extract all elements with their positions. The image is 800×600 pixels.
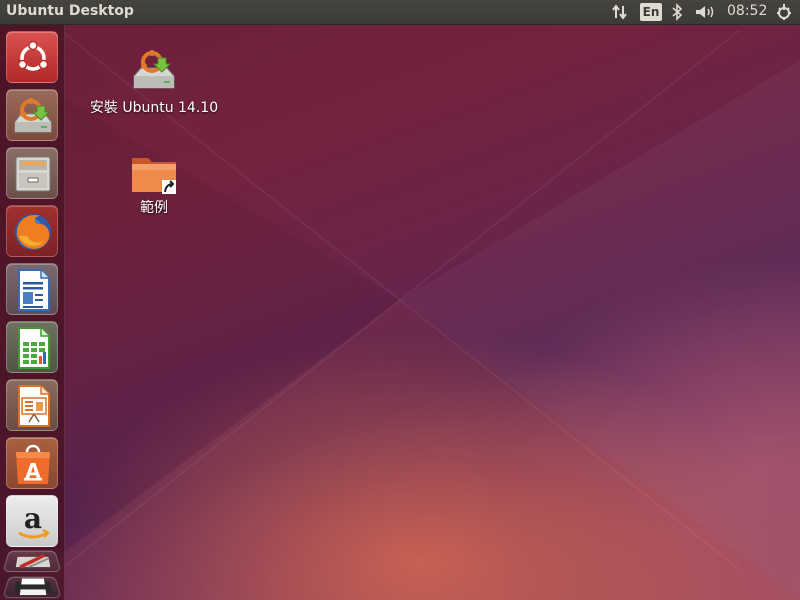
launcher-item-installer[interactable]: [6, 89, 58, 141]
network-transfer-icon[interactable]: [608, 0, 632, 24]
desktop-icon-label: 範例: [140, 200, 168, 216]
software-center-icon: A: [16, 444, 50, 484]
launcher-item-impress[interactable]: [6, 379, 58, 431]
file-manager-icon: [15, 156, 51, 192]
amazon-icon: a: [18, 502, 51, 539]
desktop-icon-label: 安裝 Ubuntu 14.10: [89, 100, 219, 116]
ubuntu-dash-icon: [17, 40, 49, 71]
installer-icon: [14, 98, 52, 133]
window-title: Ubuntu Desktop: [6, 3, 134, 19]
launcher-item-firefox[interactable]: [6, 205, 58, 257]
impress-icon: [18, 385, 50, 427]
settings-icon: [3, 551, 62, 572]
volume-icon[interactable]: [692, 0, 718, 24]
launcher-item-calc[interactable]: [6, 321, 58, 373]
writer-icon: [18, 269, 50, 311]
launcher-item-printer[interactable]: [2, 576, 62, 599]
clock[interactable]: 08:52: [727, 3, 767, 19]
launcher-item-software-center[interactable]: A: [6, 437, 58, 489]
launcher-item-writer[interactable]: [6, 263, 58, 315]
launcher-item-files[interactable]: [6, 147, 58, 199]
printer-icon: [13, 578, 53, 596]
svg-text:a: a: [24, 502, 42, 535]
calc-icon: [18, 327, 50, 369]
dash-button[interactable]: [6, 31, 58, 83]
launcher-item-amazon[interactable]: a: [6, 495, 58, 547]
top-panel: Ubuntu Desktop En 08:52: [0, 0, 800, 25]
launcher: A a: [0, 25, 65, 600]
firefox-icon: [15, 214, 51, 250]
keyboard-layout-indicator[interactable]: En: [640, 3, 662, 21]
folder-link-icon: [132, 158, 176, 194]
power-gear-icon[interactable]: [772, 0, 796, 24]
launcher-item-settings[interactable]: [2, 550, 62, 573]
desktop-icon-examples[interactable]: 範例: [84, 150, 224, 220]
desktop-icon-install-ubuntu[interactable]: 安裝 Ubuntu 14.10: [84, 42, 224, 122]
bluetooth-icon[interactable]: [668, 0, 686, 24]
installer-icon: [133, 50, 175, 89]
